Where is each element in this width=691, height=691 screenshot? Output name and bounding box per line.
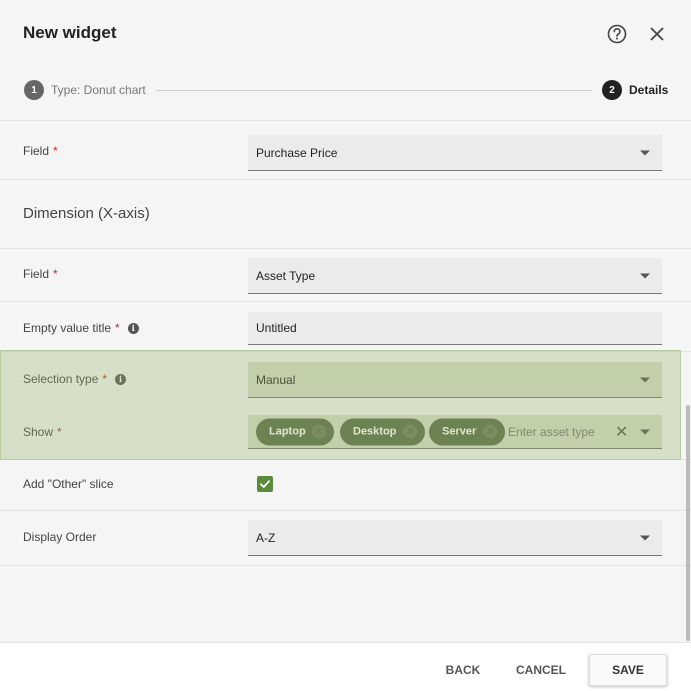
display-order-row: Display Order A-Z	[0, 511, 691, 566]
empty-value-title-value: Untitled	[256, 321, 297, 335]
display-order-label: Display Order	[23, 530, 97, 544]
chevron-down-icon[interactable]	[640, 150, 650, 155]
scrollbar[interactable]	[686, 405, 690, 641]
step-number-2: 2	[602, 80, 622, 100]
measure-field-label-text: Field	[23, 144, 50, 158]
cancel-button[interactable]: CANCEL	[512, 655, 570, 685]
other-slice-row: Add "Other" slice	[0, 460, 691, 511]
stepper-connector	[156, 90, 592, 91]
dialog-title: New widget	[23, 23, 117, 42]
display-order-select[interactable]: A-Z	[248, 520, 662, 556]
dimension-field-label-text: Field	[23, 267, 50, 281]
dialog-header: New widget 1 Type: Donut chart 2 Details	[0, 0, 691, 120]
chevron-down-icon[interactable]	[640, 273, 650, 278]
dimension-field-value: Asset Type	[256, 268, 316, 283]
selection-highlight-overlay	[0, 350, 681, 460]
measure-field-row: Field * Purchase Price	[0, 121, 691, 180]
display-order-value: A-Z	[256, 530, 276, 545]
step-label-type: Type: Donut chart	[51, 83, 146, 97]
empty-value-title-row: Empty value title * i Untitled	[0, 302, 691, 352]
close-icon[interactable]	[647, 24, 667, 44]
dialog-footer: BACK CANCEL SAVE	[0, 642, 691, 691]
chevron-down-icon[interactable]	[640, 535, 650, 540]
measure-field-value: Purchase Price	[256, 145, 338, 160]
required-marker: *	[53, 144, 58, 158]
other-slice-checkbox[interactable]	[257, 476, 273, 492]
stepper-step-details[interactable]: 2 Details	[602, 80, 668, 100]
help-icon[interactable]	[606, 23, 628, 45]
dimension-section-row: Dimension (X-axis)	[0, 180, 691, 249]
empty-value-title-input[interactable]: Untitled	[248, 312, 662, 345]
dimension-section-title: Dimension (X-axis)	[23, 205, 150, 222]
save-button[interactable]: SAVE	[589, 654, 667, 686]
measure-field-select[interactable]: Purchase Price	[248, 135, 662, 171]
dimension-field-select[interactable]: Asset Type	[248, 258, 662, 294]
step-number-1: 1	[24, 80, 44, 100]
empty-value-title-label: Empty value title * i	[23, 321, 139, 335]
check-icon	[260, 480, 270, 488]
dimension-field-row: Field * Asset Type	[0, 249, 691, 302]
step-label-details: Details	[629, 83, 669, 97]
other-slice-label: Add "Other" slice	[23, 477, 114, 491]
back-button[interactable]: BACK	[440, 655, 486, 685]
info-icon[interactable]: i	[127, 322, 139, 334]
measure-field-label: Field *	[23, 144, 58, 158]
required-marker: *	[115, 321, 120, 335]
required-marker: *	[53, 267, 58, 281]
dimension-field-label: Field *	[23, 267, 58, 281]
stepper-step-type[interactable]: 1 Type: Donut chart	[24, 80, 146, 100]
empty-value-title-label-text: Empty value title	[23, 321, 112, 335]
